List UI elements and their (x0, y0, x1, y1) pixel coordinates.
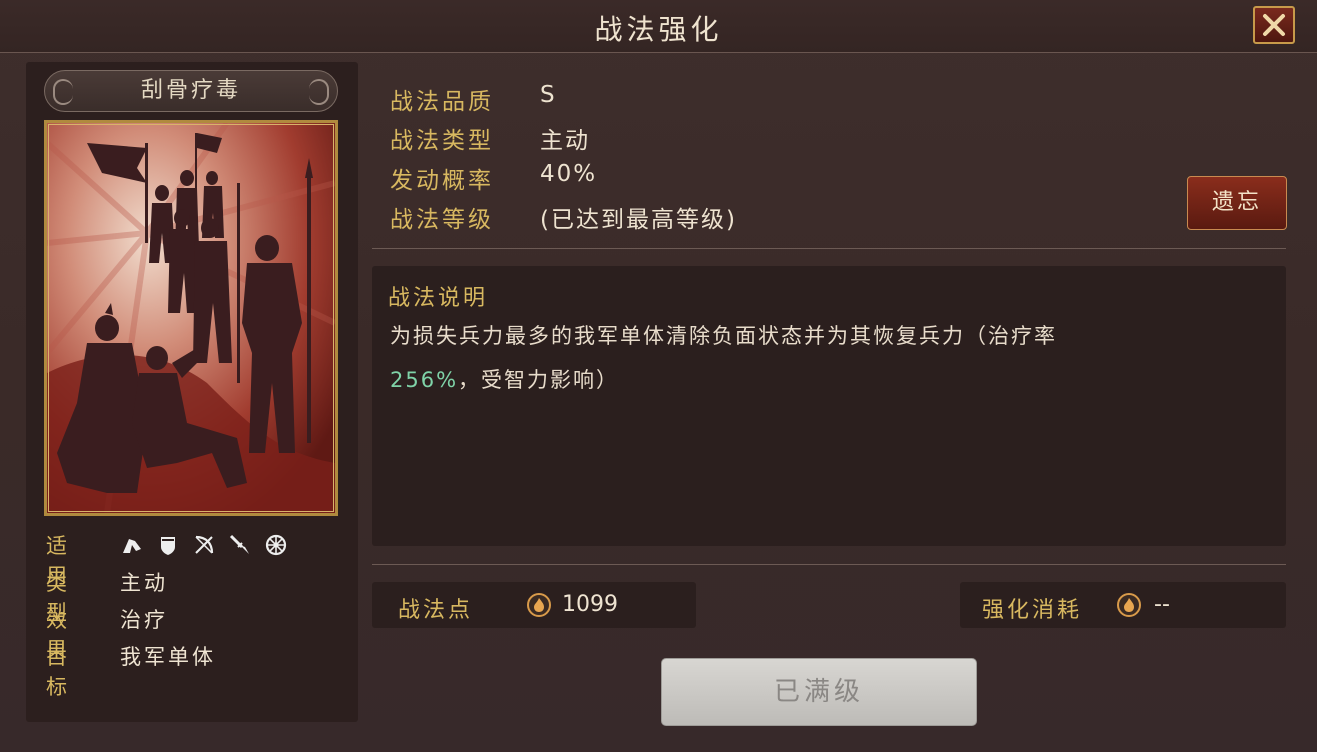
forget-button[interactable]: 遗忘 (1187, 176, 1287, 230)
skill-points-box: 战法点 1099 (372, 582, 696, 628)
close-button[interactable] (1253, 6, 1295, 44)
divider-top (372, 248, 1286, 249)
attr-quality-label: 战法品质 (390, 89, 494, 115)
description-title: 战法说明 (388, 286, 489, 311)
skill-points-label: 战法点 (398, 598, 474, 623)
divider-bottom (372, 564, 1286, 565)
skill-card-panel: 刮骨疗毒 适用 类型 主动 效果 治疗 目标 我军单体 (26, 62, 358, 722)
ornament-left-icon (53, 79, 73, 105)
close-icon (1263, 14, 1285, 36)
max-level-button[interactable]: 已满级 (661, 658, 977, 726)
skill-point-icon (1117, 593, 1141, 617)
description-text: 为损失兵力最多的我军单体清除负面状态并为其恢复兵力（治疗率 256%，受智力影响） (390, 314, 1270, 402)
attr-chance-value: 40% (540, 161, 598, 187)
enhance-cost-label: 强化消耗 (982, 598, 1083, 623)
description-text-part1: 为损失兵力最多的我军单体清除负面状态并为其恢复兵力（治疗率 (390, 324, 1057, 348)
attr-quality-value: S (540, 82, 557, 108)
effect-value: 治疗 (120, 608, 168, 632)
cavalry-icon (120, 533, 144, 557)
description-text-part2: ，受智力影响） (458, 368, 620, 392)
applicable-troop-icons (120, 533, 288, 557)
enhance-cost-value: -- (1154, 592, 1170, 617)
attr-level-label: 战法等级 (390, 207, 494, 233)
window-title: 战法强化 (594, 13, 723, 46)
skill-card-art (44, 120, 338, 516)
ornament-right-icon (309, 79, 329, 105)
skill-enhance-window: 战法强化 刮骨疗毒 适用 类型 主动 效果 治疗 目标 我军单体 战法品质 S … (0, 0, 1317, 752)
target-label: 目标 (46, 645, 70, 699)
enhance-cost-box: 强化消耗 -- (960, 582, 1286, 628)
archer-icon (192, 533, 216, 557)
spear-icon (228, 533, 252, 557)
description-highlight: 256% (390, 368, 459, 392)
type-value: 主动 (120, 571, 168, 595)
skill-point-icon (527, 593, 551, 617)
silhouette-illustration (47, 123, 335, 513)
attr-chance-label: 发动概率 (390, 168, 494, 194)
siege-icon (264, 533, 288, 557)
title-bar: 战法强化 (0, 0, 1317, 53)
description-box: 战法说明 为损失兵力最多的我军单体清除负面状态并为其恢复兵力（治疗率 256%，受… (372, 266, 1286, 546)
skill-name: 刮骨疗毒 (140, 78, 241, 103)
target-value: 我军单体 (120, 645, 216, 669)
shield-icon (156, 533, 180, 557)
attr-type-value: 主动 (540, 128, 590, 154)
attr-level-value: (已达到最高等级) (540, 207, 737, 233)
skill-name-plate: 刮骨疗毒 (44, 70, 338, 112)
skill-points-value: 1099 (562, 592, 618, 617)
attr-type-label: 战法类型 (390, 128, 494, 154)
